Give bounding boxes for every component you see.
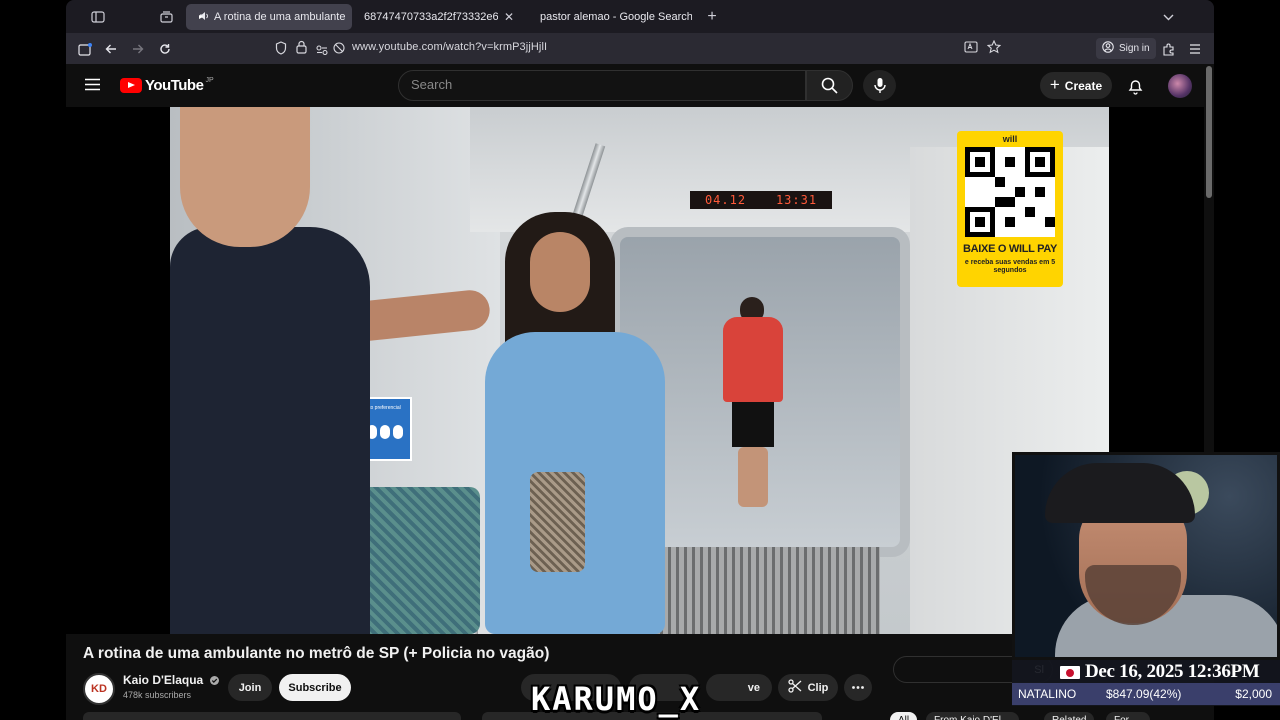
woman-vendor — [470, 212, 700, 634]
led-date: 04.12 — [704, 193, 747, 207]
subscribe-button[interactable]: Subscribe — [279, 674, 351, 701]
passenger-walking — [718, 297, 788, 507]
plus-icon: + — [1049, 74, 1060, 94]
voice-search-button[interactable] — [863, 70, 896, 101]
account-avatar[interactable] — [1168, 74, 1192, 98]
japan-flag-icon — [1060, 666, 1080, 679]
tab-title: 68747470733a2f2f73332e616d617 — [364, 11, 498, 23]
tab-google-search[interactable]: pastor alemao - Google Search ✕ — [526, 4, 692, 30]
screen: A rotina de uma ambulante ✕ 68747470733a… — [0, 0, 1280, 720]
ad-brand: will — [1002, 134, 1018, 144]
youtube-logo[interactable]: YouTube JP — [120, 77, 214, 94]
save-button[interactable]: ve — [706, 674, 772, 701]
top-donor: NATALINO — [1018, 687, 1077, 701]
address-bar[interactable]: www.youtube.com/watch?v=krmP3jjHjlI — [271, 37, 1011, 60]
permissions-icon[interactable] — [316, 42, 328, 60]
sidebar-toggle-icon[interactable] — [80, 7, 116, 27]
country-code: JP — [205, 77, 214, 84]
youtube-logo-icon — [120, 78, 142, 93]
tab-title: A rotina de uma ambulante — [214, 11, 346, 23]
sign-in-button[interactable]: Sign in — [1096, 38, 1156, 59]
video-title: A rotina de uma ambulante no metrô de SP… — [83, 645, 550, 662]
mute-icon[interactable] — [333, 41, 345, 59]
reload-icon[interactable] — [155, 39, 175, 59]
account-icon — [1102, 41, 1114, 56]
channel-name[interactable]: Kaio D'Elaqua — [123, 673, 219, 688]
menu-icon[interactable] — [1185, 39, 1205, 59]
channel-avatar[interactable]: KD — [83, 673, 115, 705]
video-frame[interactable]: Assento preferencial 04.12 13:31 will BA… — [170, 107, 1109, 634]
man-presenter — [170, 107, 492, 634]
chevron-down-icon[interactable] — [1158, 7, 1178, 27]
subscriber-count: 478k subscribers — [123, 690, 192, 700]
guide-menu-icon[interactable] — [85, 78, 100, 96]
qr-code-icon — [965, 147, 1055, 237]
stream-date: Dec 16, 2025 12:36PM — [1085, 661, 1260, 682]
description-box[interactable] — [83, 712, 461, 720]
scissors-icon — [787, 679, 802, 696]
save-label: ve — [747, 681, 760, 694]
ad-subtext: e receba suas vendas em 5 segundos — [964, 259, 1056, 274]
close-tab-icon[interactable]: ✕ — [345, 10, 352, 24]
more-actions-icon[interactable] — [844, 674, 872, 701]
extensions-icon[interactable] — [1158, 39, 1178, 59]
qr-code-ad: will BAIXE O WILL PAY e receba suas vend… — [957, 131, 1063, 287]
tab-s3-url[interactable]: 68747470733a2f2f73332e616d617 ✕ — [356, 4, 522, 30]
youtube-masthead: YouTube JP + Create — [66, 64, 1214, 107]
chip-for-you[interactable]: For … — [1106, 712, 1150, 720]
tab-youtube[interactable]: A rotina de uma ambulante ✕ — [186, 4, 352, 30]
sidebar-icon[interactable] — [75, 39, 95, 59]
streamer-watermark: KARUMO_X — [531, 680, 702, 718]
logo-text: YouTube — [145, 77, 204, 94]
search-box — [398, 70, 806, 101]
channel-name-text: Kaio D'Elaqua — [123, 673, 204, 687]
ad-headline: BAIXE O WILL PAY — [962, 243, 1057, 255]
join-button[interactable]: Join — [228, 674, 272, 701]
lock-icon[interactable] — [296, 40, 307, 59]
search-icon — [821, 77, 838, 94]
search-button[interactable] — [806, 70, 853, 101]
donation-progress: $847.09(42%) — [1106, 687, 1182, 701]
create-button[interactable]: + Create — [1040, 72, 1112, 99]
forward-icon[interactable] — [128, 39, 148, 59]
url-text: www.youtube.com/watch?v=krmP3jjHjlI — [352, 41, 548, 53]
chip-all[interactable]: All — [890, 712, 918, 720]
microphone-icon — [873, 78, 886, 93]
new-tab-icon[interactable]: + — [702, 7, 722, 27]
tab-title: pastor alemao - Google Search — [540, 11, 692, 23]
streamer-webcam — [1012, 452, 1280, 660]
translate-icon[interactable] — [964, 41, 978, 59]
navigation-bar: www.youtube.com/watch?v=krmP3jjHjlI Sign… — [66, 33, 1214, 64]
led-display: 04.12 13:31 — [690, 191, 832, 209]
scrollbar-thumb[interactable] — [1206, 66, 1212, 198]
tab-groups-icon[interactable] — [156, 7, 176, 27]
donation-goal: $2,000 — [1235, 687, 1272, 701]
stream-ticker: Dec 16, 2025 12:36PM NATALINO $847.09(42… — [1012, 660, 1280, 706]
clip-button[interactable]: Clip — [778, 674, 838, 701]
sign-in-label: Sign in — [1119, 43, 1150, 54]
chip-related[interactable]: Related — [1044, 712, 1095, 720]
bookmark-star-icon[interactable] — [986, 39, 1002, 59]
led-time: 13:31 — [775, 193, 818, 207]
donation-goal-bar: NATALINO $847.09(42%) $2,000 — [1012, 683, 1280, 705]
search-input[interactable] — [411, 77, 791, 92]
verified-check-icon — [209, 674, 219, 688]
shield-icon[interactable] — [275, 41, 287, 60]
tab-bar: A rotina de uma ambulante ✕ 68747470733a… — [66, 0, 1214, 33]
clip-label: Clip — [807, 681, 829, 694]
back-icon[interactable] — [101, 39, 121, 59]
chip-from-channel[interactable]: From Kaio D'El… — [926, 712, 1019, 720]
create-label: Create — [1064, 78, 1103, 93]
notifications-bell-icon[interactable] — [1124, 75, 1146, 97]
close-tab-icon[interactable]: ✕ — [498, 10, 514, 24]
